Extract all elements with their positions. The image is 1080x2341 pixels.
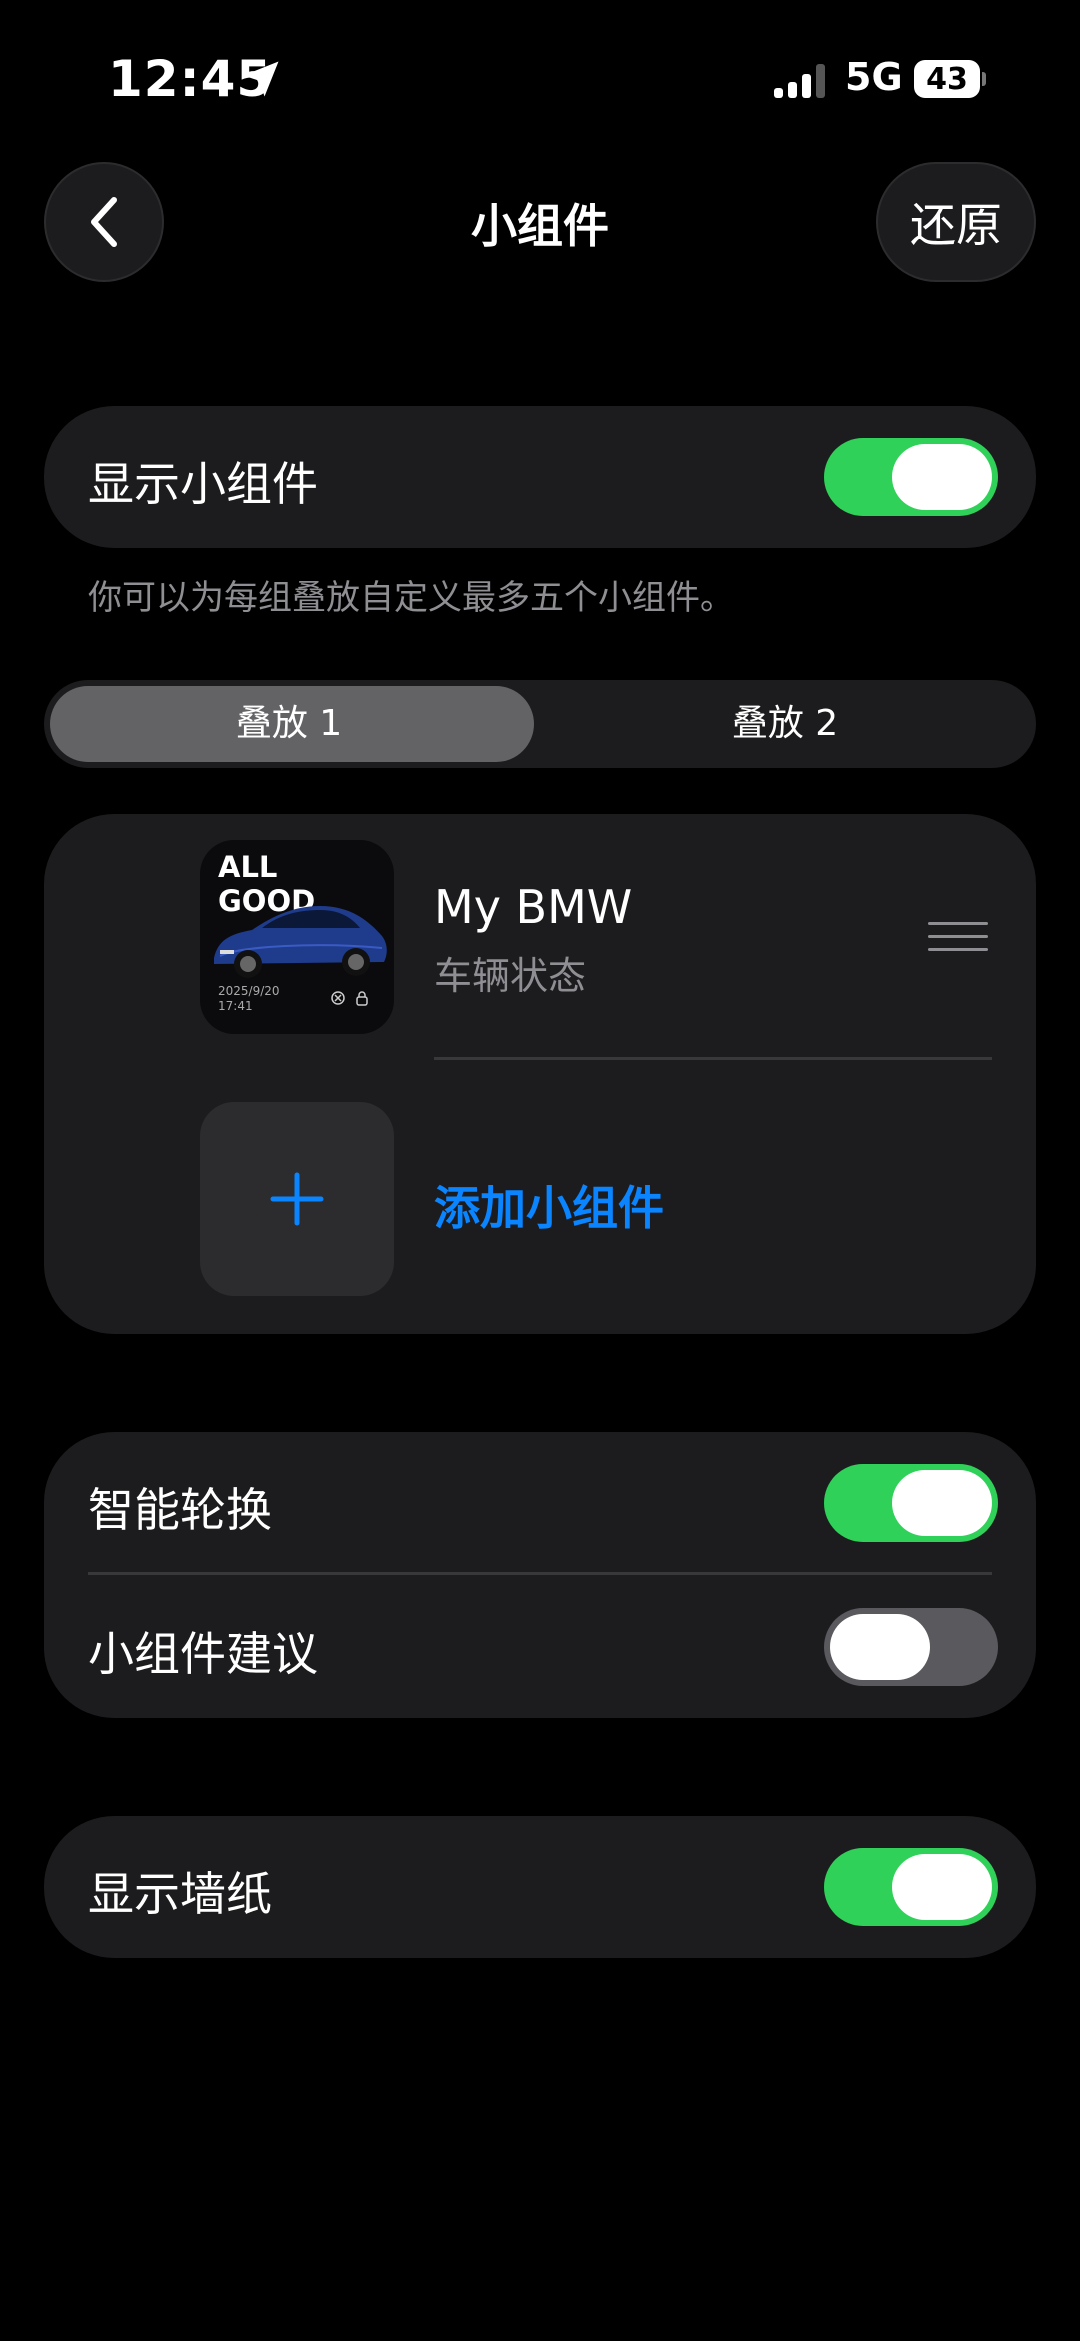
widget-subtitle: 车辆状态: [434, 954, 587, 998]
thumb-date: 2025/9/20: [218, 984, 280, 998]
show-wallpaper-card: 显示墙纸: [44, 1816, 1036, 1958]
stack-options-card: 智能轮换 小组件建议: [44, 1432, 1036, 1718]
add-widget-tile[interactable]: [200, 1102, 394, 1296]
lock-icon: [356, 991, 368, 1006]
show-wallpaper-label: 显示墙纸: [88, 1867, 272, 1921]
show-widgets-toggle[interactable]: [824, 438, 998, 516]
show-widgets-label: 显示小组件: [88, 457, 318, 511]
show-wallpaper-toggle[interactable]: [824, 1848, 998, 1926]
smart-rotate-label: 智能轮换: [88, 1483, 272, 1537]
tab-stack-2[interactable]: 叠放 2: [540, 680, 1030, 768]
battery-level: 43: [914, 60, 980, 98]
location-arrow-icon: [243, 61, 279, 97]
add-widget-button[interactable]: 添加小组件: [434, 1172, 664, 1238]
cellular-signal-icon: [774, 64, 825, 98]
widget-divider: [434, 1057, 992, 1060]
battery-icon: 43: [914, 60, 988, 98]
options-divider: [88, 1572, 992, 1575]
plus-icon: [270, 1172, 324, 1226]
restore-button[interactable]: 还原: [876, 162, 1036, 282]
widget-name: My BMW: [434, 880, 633, 934]
network-type: 5G: [845, 55, 903, 99]
widget-limit-hint: 你可以为每组叠放自定义最多五个小组件。: [88, 578, 734, 618]
show-widgets-card: 显示小组件: [44, 406, 1036, 548]
widget-suggestions-label: 小组件建议: [88, 1627, 318, 1681]
thumb-time: 17:41: [218, 999, 253, 1013]
drag-handle-icon[interactable]: [928, 920, 988, 954]
stack-segmented-control: 叠放 1 叠放 2: [44, 680, 1036, 768]
smart-rotate-toggle[interactable]: [824, 1464, 998, 1542]
bmw-widget-preview[interactable]: ALL GOOD 2025/9/20 17:41: [200, 840, 394, 1034]
tab-stack-1[interactable]: 叠放 1: [44, 680, 534, 768]
widget-suggestions-toggle[interactable]: [824, 1608, 998, 1686]
shield-status-icon: [331, 991, 345, 1005]
